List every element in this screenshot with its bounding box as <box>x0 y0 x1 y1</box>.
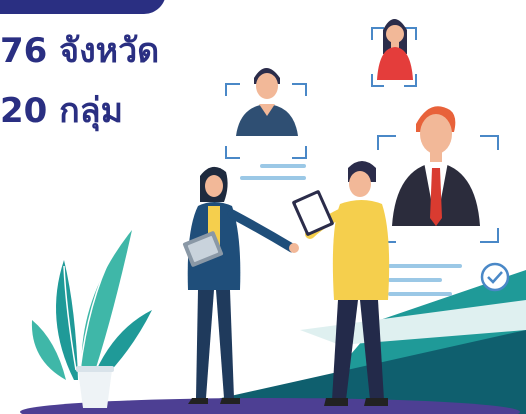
checkmark-badge-icon <box>480 262 510 292</box>
profile-card-manager-icon <box>377 106 499 296</box>
recruitment-illustration <box>20 19 526 414</box>
woman-figure <box>182 166 299 404</box>
profile-card-woman-icon <box>371 19 417 87</box>
plant-icon <box>31 230 152 408</box>
banner-stage: 76 จังหวัด 20 กลุ่ม <box>0 0 526 414</box>
man-figure <box>292 161 390 406</box>
profile-card-man-icon <box>225 68 307 180</box>
